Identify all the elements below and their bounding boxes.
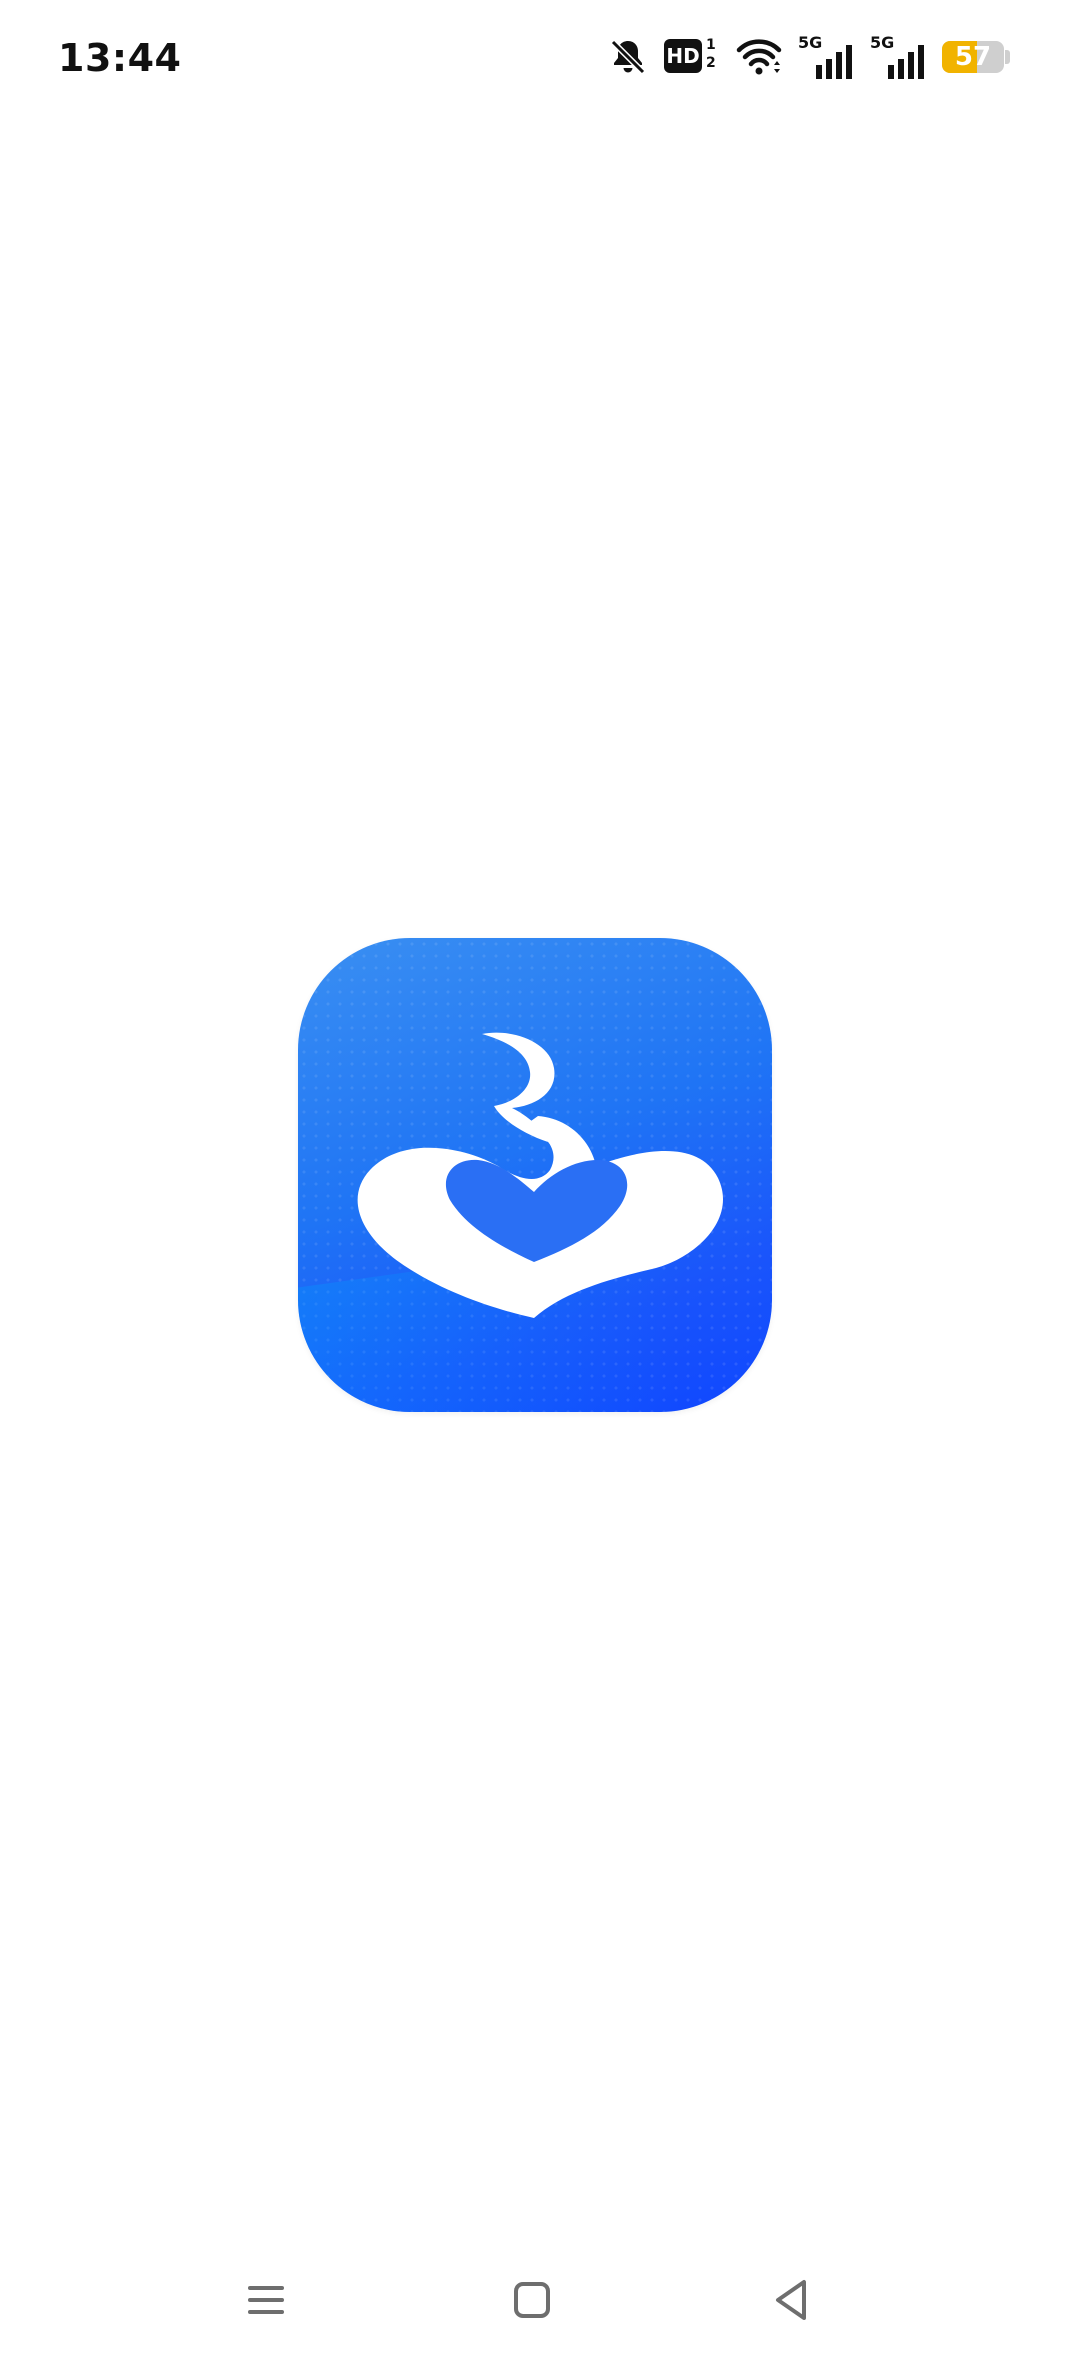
hd-label: HD xyxy=(664,39,702,73)
battery-cap xyxy=(1005,50,1010,64)
bell-muted-icon xyxy=(608,37,648,77)
battery-icon: 57 xyxy=(942,39,1010,75)
navigation-bar xyxy=(0,2220,1080,2376)
signal-strength-1: 5G xyxy=(798,33,854,79)
status-bar: 13:44 HD 1 2 5G 5G 57 xyxy=(0,0,1080,120)
hd-icon: HD 1 2 xyxy=(664,37,720,77)
status-time: 13:44 xyxy=(58,36,182,80)
menu-icon xyxy=(248,2286,284,2314)
nav-back-button[interactable] xyxy=(752,2260,832,2340)
battery-level: 57 xyxy=(954,42,992,72)
signal-icon xyxy=(888,45,924,79)
hd-sup: 1 xyxy=(706,37,716,53)
nav-menu-button[interactable] xyxy=(226,2260,306,2340)
battery-body: 57 xyxy=(942,41,1004,73)
status-icons: HD 1 2 5G 5G 57 xyxy=(608,32,1010,82)
app-logo-heart-icon xyxy=(357,1032,723,1318)
app-logo xyxy=(298,938,772,1412)
home-square-icon xyxy=(514,2282,550,2318)
signal-strength-2: 5G xyxy=(870,33,926,79)
signal-icon xyxy=(816,45,852,79)
wifi-icon xyxy=(736,37,782,77)
nav-home-button[interactable] xyxy=(492,2260,572,2340)
back-triangle-icon xyxy=(776,2280,806,2320)
hd-sub: 2 xyxy=(706,55,716,71)
